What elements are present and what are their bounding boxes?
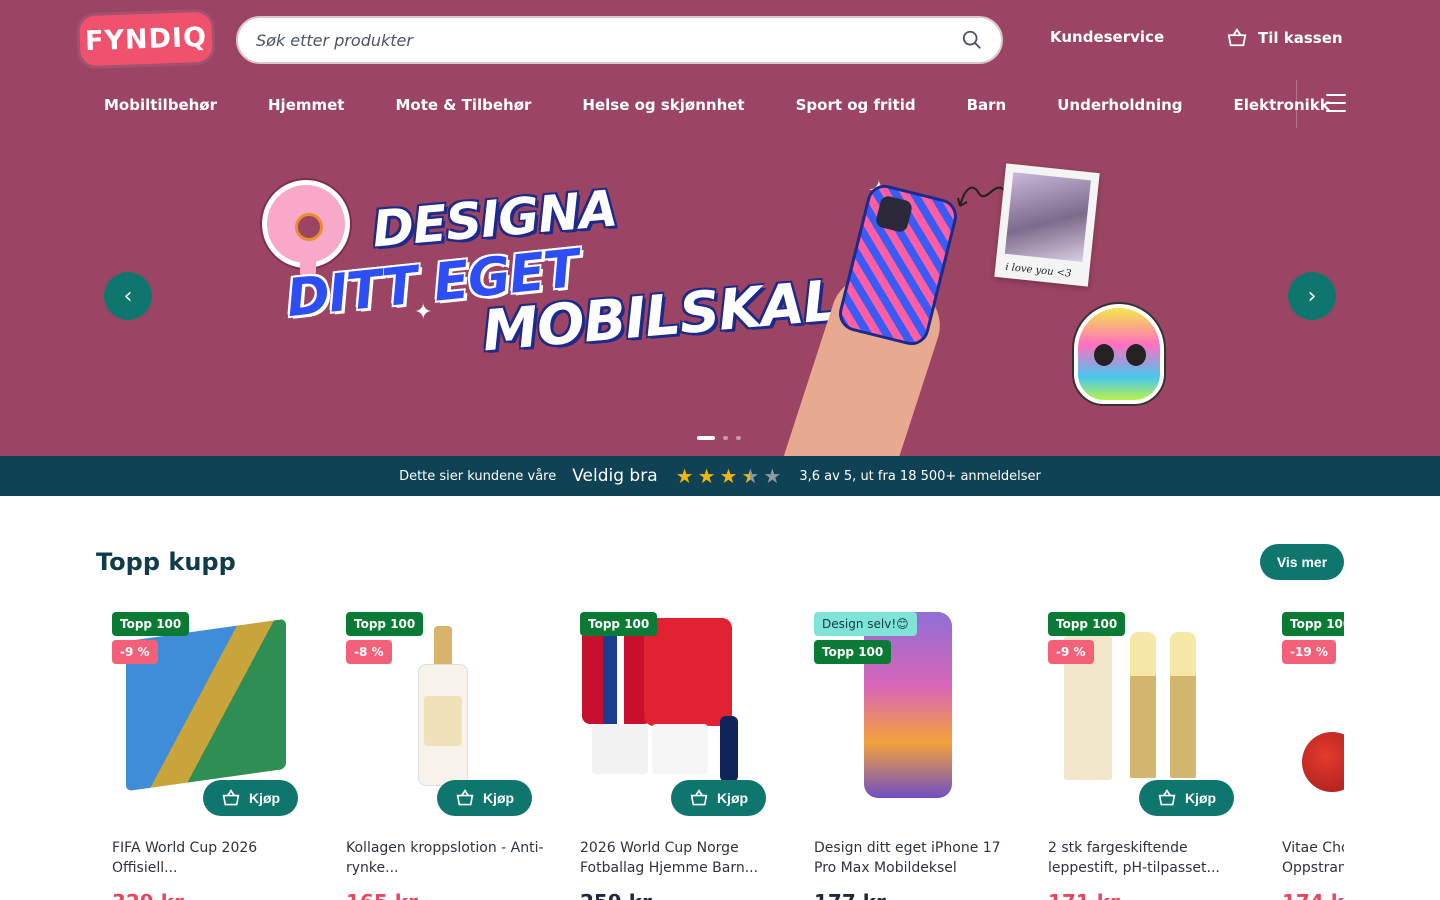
site-header: FYNDIQ Kundeservice Til kassen Mobiltilb…	[0, 0, 1440, 456]
product-price: 171 kr	[1048, 890, 1120, 900]
polaroid-image	[1004, 172, 1091, 262]
category-nav: Mobiltilbehør Hjemmet Mote & Tilbehør He…	[104, 92, 1330, 118]
product-image[interactable]	[580, 612, 766, 798]
product-name[interactable]: FIFA World Cup 2026 Offisiell...	[112, 838, 312, 878]
fyndiq-logo[interactable]: FYNDIQ	[79, 11, 213, 67]
top100-badge: Topp 100	[580, 612, 658, 636]
product-card[interactable]: Topp 100 -8 % Kjøp Kollagen kroppslotion…	[346, 612, 546, 900]
product-card[interactable]: Design selv!😊 Topp 100 Design ditt eget …	[814, 612, 1014, 900]
polaroid-caption: i love you <3	[1004, 261, 1072, 280]
nav-item-sport[interactable]: Sport og fritid	[796, 96, 916, 114]
reviews-verdict: Veldig bra	[572, 466, 658, 486]
discount-badge: -8 %	[346, 640, 392, 664]
discount-badge: -9 %	[112, 640, 158, 664]
buy-button[interactable]: Kjøp	[437, 780, 532, 816]
nav-item-hjemmet[interactable]: Hjemmet	[268, 96, 344, 114]
hero-banner[interactable]: DESIGNA DITT EGET MOBILSKAL ✦ ✦ i love y…	[0, 128, 1440, 456]
checkout-link[interactable]: Til kassen	[1226, 28, 1343, 48]
search-icon[interactable]	[961, 29, 983, 51]
star-full-icon: ★	[719, 464, 738, 488]
carousel-next-button[interactable]: ›	[1288, 272, 1336, 320]
product-carousel: Topp 100 -9 % Kjøp FIFA World Cup 2026 O…	[112, 612, 1344, 900]
basket-icon	[1227, 28, 1247, 47]
nav-item-mote[interactable]: Mote & Tilbehør	[395, 96, 531, 114]
discount-badge: -9 %	[1048, 640, 1094, 664]
product-price: 174 kr	[1282, 890, 1344, 900]
buy-label: Kjøp	[248, 790, 281, 806]
product-price: 329 kr	[112, 890, 184, 900]
nav-item-mobiltilbehor[interactable]: Mobiltilbehør	[104, 96, 217, 114]
nav-item-elektronikk[interactable]: Elektronikk	[1234, 96, 1330, 114]
product-card[interactable]: Topp 100 -9 % Kjøp FIFA World Cup 2026 O…	[112, 612, 312, 900]
star-half-icon: ★	[741, 464, 760, 488]
buy-label: Kjøp	[482, 790, 515, 806]
carousel-prev-button[interactable]: ‹	[104, 272, 152, 320]
carousel-dot[interactable]	[736, 436, 741, 440]
buy-label: Kjøp	[1184, 790, 1217, 806]
top100-badge: Topp 100	[112, 612, 190, 636]
section-title: Topp kupp	[96, 548, 236, 576]
search-bar[interactable]	[236, 16, 1003, 64]
buy-label: Kjøp	[716, 790, 749, 806]
star-empty-icon: ★	[763, 464, 782, 488]
show-more-button[interactable]: Vis mer	[1260, 544, 1344, 580]
polaroid-photo: i love you <3	[994, 163, 1100, 287]
customer-service-link[interactable]: Kundeservice	[1050, 28, 1164, 46]
product-price: 177 kr	[814, 890, 886, 900]
skull-sticker	[1074, 304, 1164, 404]
curved-arrow-icon	[957, 186, 1005, 207]
design-badge: Design selv!😊	[814, 612, 917, 636]
product-card[interactable]: Topp 100 Kjøp 2026 World Cup Norge Fotba…	[580, 612, 780, 900]
carousel-dots	[697, 436, 741, 440]
logo-text: FYNDIQ	[84, 21, 208, 57]
reviews-bar[interactable]: Dette sier kundene våre Veldig bra ★ ★ ★…	[0, 456, 1440, 496]
product-price: 259 kr	[580, 890, 652, 900]
product-card[interactable]: Topp 100 -19 % Vitae Choco Oppstramming.…	[1282, 612, 1344, 900]
top100-badge: Topp 100	[1048, 612, 1126, 636]
star-full-icon: ★	[675, 464, 694, 488]
product-name[interactable]: 2026 World Cup Norge Fotballag Hjemme Ba…	[580, 838, 780, 878]
nav-item-barn[interactable]: Barn	[967, 96, 1007, 114]
product-name[interactable]: Design ditt eget iPhone 17 Pro Max Mobil…	[814, 838, 1014, 878]
top100-badge: Topp 100	[346, 612, 424, 636]
search-input[interactable]	[256, 30, 961, 50]
product-card[interactable]: Topp 100 -9 % Kjøp 2 stk fargeskiftende …	[1048, 612, 1248, 900]
basket-icon	[456, 789, 474, 806]
basket-icon	[690, 789, 708, 806]
checkout-label: Til kassen	[1258, 29, 1343, 47]
reviews-summary: 3,6 av 5, ut fra 18 500+ anmeldelser	[799, 468, 1041, 484]
discount-badge: -19 %	[1282, 640, 1336, 664]
basket-icon	[1158, 789, 1176, 806]
star-full-icon: ★	[697, 464, 716, 488]
top100-badge: Topp 100	[814, 640, 892, 664]
product-name[interactable]: Kollagen kroppslotion - Anti-rynke...	[346, 838, 546, 878]
top100-badge: Topp 100	[1282, 612, 1344, 636]
chevron-right-icon: ›	[1307, 283, 1317, 309]
buy-button[interactable]: Kjøp	[671, 780, 766, 816]
customer-service-label: Kundeservice	[1050, 28, 1165, 46]
carousel-dot[interactable]	[723, 436, 728, 440]
product-name[interactable]: 2 stk fargeskiftende leppestift, pH-tilp…	[1048, 838, 1248, 878]
basket-icon	[222, 789, 240, 806]
sparkle-icon: ✦	[414, 300, 433, 325]
buy-button[interactable]: Kjøp	[203, 780, 298, 816]
hamburger-menu-icon[interactable]	[1326, 94, 1346, 112]
chevron-left-icon: ‹	[123, 283, 133, 309]
nav-item-helse[interactable]: Helse og skjønnhet	[582, 96, 744, 114]
rating-stars: ★ ★ ★ ★ ★	[676, 466, 782, 486]
carousel-dot[interactable]	[697, 436, 715, 440]
product-name[interactable]: Vitae Choco Oppstramming...	[1282, 838, 1344, 878]
nav-item-underholdning[interactable]: Underholdning	[1057, 96, 1182, 114]
product-price: 165 kr	[346, 890, 418, 900]
reviews-intro: Dette sier kundene våre	[399, 468, 557, 484]
nav-divider	[1296, 80, 1297, 128]
buy-button[interactable]: Kjøp	[1139, 780, 1234, 816]
